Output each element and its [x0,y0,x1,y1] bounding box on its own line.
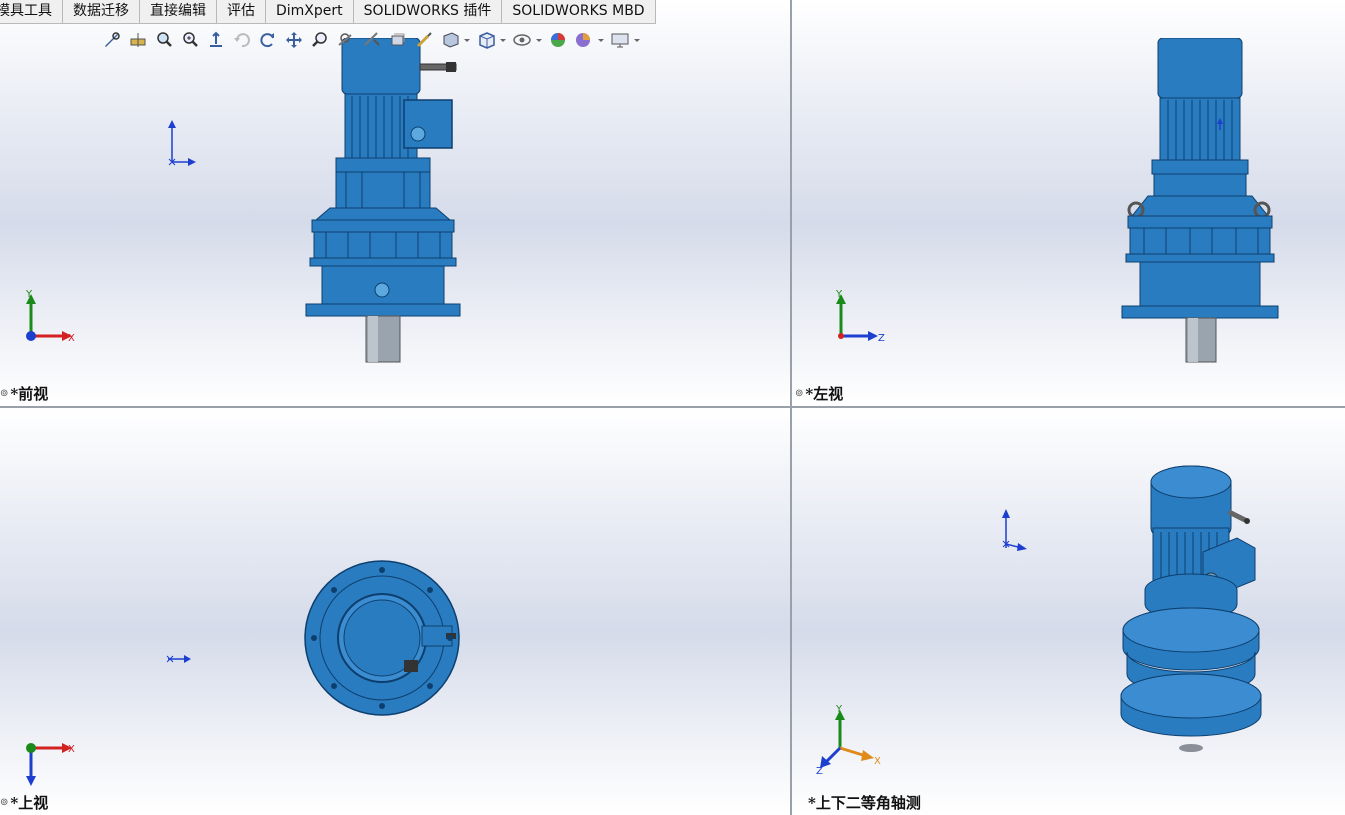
display-style-icon[interactable] [438,28,472,52]
heads-up-view-toolbar [100,27,642,53]
gearmotor-isometric-view[interactable] [1117,462,1277,762]
axis-z-label: Z [816,766,823,776]
view-settings-icon[interactable] [572,28,606,52]
zoom-to-fit-icon[interactable] [100,28,124,52]
view-orientation-icon[interactable] [412,28,436,52]
link-views-icon[interactable]: ⊚ [0,797,8,808]
tab-solidworks-addins[interactable]: SOLIDWORKS 插件 [353,0,503,24]
viewport-left[interactable]: Y Z ⊚ *左视 [792,0,1345,406]
rotate-view-icon[interactable] [256,28,280,52]
apply-scene-icon[interactable] [546,28,570,52]
section-view-icon[interactable] [126,28,150,52]
gearmotor-left-view[interactable] [1120,38,1280,368]
viewport-label-left: ⊚ *左视 [795,385,844,403]
hide-show-items-icon[interactable] [474,28,508,52]
origin-marker [168,120,196,166]
viewport-label-front: ⊚ *前视 [0,385,49,403]
monitor-icon[interactable] [608,28,642,52]
viewport-label-top: ⊚ *上视 [0,794,49,812]
viewport-splitter-horizontal[interactable] [0,406,1345,408]
origin-marker [166,655,191,663]
zoom-to-area-icon[interactable] [152,28,176,52]
zoom-select-icon[interactable] [308,28,332,52]
edit-appearance-icon[interactable] [510,28,544,52]
tab-mold-tools[interactable]: 模具工具 [0,0,63,24]
axis-z-label: Z [878,333,885,344]
previous-view-icon[interactable] [334,28,358,52]
axis-x-label: X [68,333,75,344]
tab-dimxpert[interactable]: DimXpert [266,0,354,24]
undo-view-icon[interactable] [230,28,254,52]
viewport-top[interactable]: X ⊚ *上视 [0,408,790,815]
ribbon-tab-bar: 模具工具 数据迁移 直接编辑 评估 DimXpert SOLIDWORKS 插件… [0,0,656,24]
link-views-icon[interactable]: ⊚ [0,388,8,399]
origin-marker [1002,509,1027,551]
axis-x-label: X [68,744,75,755]
axis-triad-front: Y X [25,289,75,344]
zoom-in-out-icon[interactable] [178,28,202,52]
view-normal-icon[interactable] [204,28,228,52]
gearmotor-top-view[interactable] [300,556,465,721]
tab-solidworks-mbd[interactable]: SOLIDWORKS MBD [502,0,656,24]
tab-data-migration[interactable]: 数据迁移 [63,0,140,24]
viewport-isometric[interactable]: Y X Z *上下二等角轴测 [792,408,1345,815]
sketch-icon[interactable] [386,28,410,52]
axis-x-label: X [874,756,881,767]
axis-triad-left: Y Z [835,289,885,344]
axis-triad-isometric: Y X Z [816,704,881,776]
3d-drawing-view-icon[interactable] [360,28,384,52]
link-views-icon[interactable]: ⊚ [795,388,803,399]
pan-icon[interactable] [282,28,306,52]
gearmotor-front-view[interactable] [300,38,470,368]
tab-direct-editing[interactable]: 直接编辑 [140,0,217,24]
viewport-label-isometric: *上下二等角轴测 [808,794,921,812]
viewport-front[interactable]: Y X ⊚ *前视 [0,0,790,406]
tab-evaluate[interactable]: 评估 [217,0,266,24]
